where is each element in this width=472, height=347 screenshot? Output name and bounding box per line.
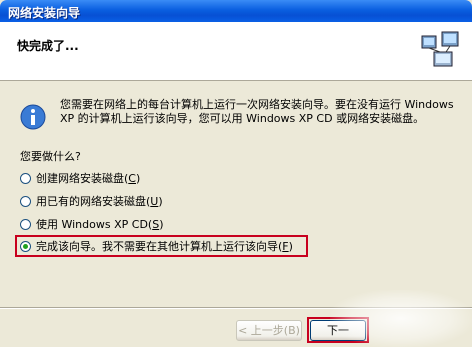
page-title: 快完成了... [17,39,79,53]
footer-divider [0,307,472,309]
radio-create-disk[interactable] [20,172,31,184]
info-icon [20,104,46,130]
option-key: (C) [124,171,141,185]
question-label: 您要做什么? [20,150,81,163]
option-label: 用已有的网络安装磁盘 [36,195,146,208]
radio-existing-disk[interactable] [20,195,31,207]
back-button[interactable]: < 上一步(B) [236,320,302,341]
wizard-header: 快完成了... [0,22,472,81]
option-label: 使用 Windows XP CD [36,218,148,231]
option-key: (S) [147,217,164,231]
info-text: 您需要在网络上的每台计算机上运行一次网络安装向导。要在没有运行 Windows … [60,98,454,125]
window-title: 网络安装向导 [8,6,81,20]
title-bar: 网络安装向导 [0,0,472,22]
option-use-cd[interactable]: 使用 Windows XP CD (S) [20,216,164,232]
network-computers-icon [421,31,459,67]
option-create-disk[interactable]: 创建网络安装磁盘 (C) [20,170,140,186]
radio-use-cd[interactable] [20,218,31,230]
highlight-next-button [307,317,369,343]
option-existing-disk[interactable]: 用已有的网络安装磁盘 (U) [20,193,163,209]
highlight-finish-option [15,235,308,257]
option-label: 创建网络安装磁盘 [36,172,124,185]
option-key: (U) [146,194,163,208]
